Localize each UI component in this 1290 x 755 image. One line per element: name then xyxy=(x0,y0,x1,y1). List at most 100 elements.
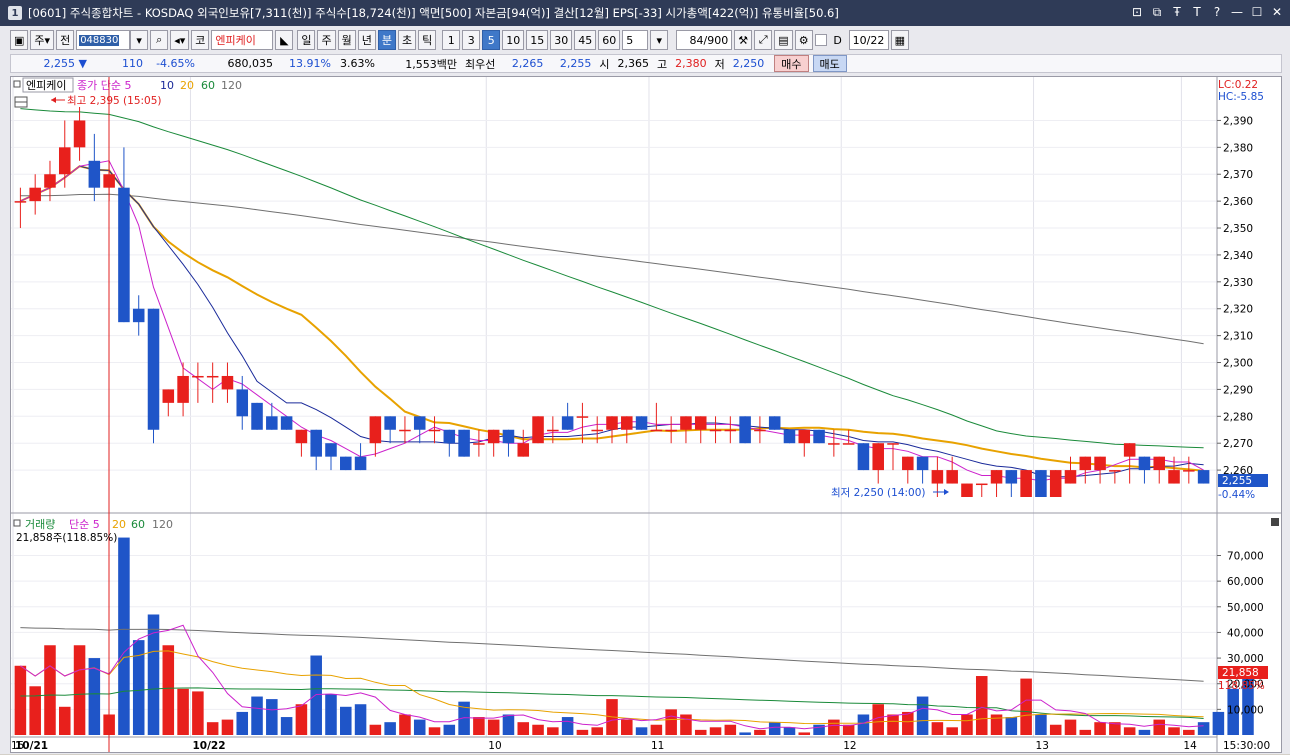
legend-toggle-icon[interactable] xyxy=(13,80,21,88)
period-day[interactable]: 일 xyxy=(297,30,316,50)
volume-bar xyxy=(1197,722,1210,735)
candlesticks xyxy=(14,107,1210,497)
volume-bar xyxy=(206,722,219,735)
stock-name-field[interactable]: 엔피케이 xyxy=(211,30,274,50)
interval-5[interactable]: 5 xyxy=(482,30,501,50)
volume-bar xyxy=(887,714,899,735)
help-icon[interactable]: ? xyxy=(1210,4,1224,20)
price-volume-chart[interactable]: 2,2602,2702,2802,2902,3002,3102,3202,330… xyxy=(11,77,1281,752)
candle-body xyxy=(902,456,914,471)
volume-bar xyxy=(29,686,41,735)
candle-body xyxy=(1168,470,1180,484)
volume-bar xyxy=(58,706,71,735)
candle-body xyxy=(798,429,811,444)
candle-body xyxy=(1183,470,1195,472)
date-field[interactable]: 10/22 xyxy=(848,30,889,50)
save-icon[interactable]: ▤ xyxy=(774,30,793,50)
volume-ma120-line xyxy=(20,627,1204,682)
time-axis-current: 15:30:00 xyxy=(1223,740,1270,752)
interval-select[interactable]: 5 xyxy=(622,30,649,50)
volume-tick-label: 30,000 xyxy=(1227,653,1264,665)
chart-window: 1 [0601] 주식종합차트 - KOSDAQ 외국인보유[7,311(천)]… xyxy=(0,0,1290,754)
ma120-line xyxy=(20,193,1204,345)
volume-bar xyxy=(1212,711,1225,735)
link-icon[interactable]: ⊡ xyxy=(1130,4,1144,20)
copy-window-icon[interactable]: ⧉ xyxy=(1150,4,1164,20)
candle-body xyxy=(739,416,751,444)
calendar-icon[interactable]: ▦ xyxy=(890,30,910,50)
stock-name-icon[interactable]: ◣ xyxy=(275,30,294,50)
volume: 680,035 xyxy=(227,57,274,70)
interval-dropdown-icon[interactable]: ▾ xyxy=(650,30,669,50)
sound-icon[interactable]: ◂▾ xyxy=(170,30,190,50)
maximize-icon[interactable]: ☐ xyxy=(1250,4,1264,20)
interval-15[interactable]: 15 xyxy=(526,30,549,50)
period-tick[interactable]: 틱 xyxy=(418,30,437,50)
interval-60[interactable]: 60 xyxy=(598,30,621,50)
candle-body xyxy=(44,174,56,188)
period-month[interactable]: 월 xyxy=(337,30,356,50)
period-week[interactable]: 주 xyxy=(317,30,336,50)
candle-body xyxy=(443,429,456,444)
volume-bar xyxy=(73,645,86,735)
interval-45[interactable]: 45 xyxy=(574,30,597,50)
volume-bar xyxy=(118,537,130,735)
bid-price: 2,255 xyxy=(559,57,592,70)
candle-body xyxy=(132,308,145,323)
candle-body xyxy=(310,429,322,457)
candle-body xyxy=(1197,470,1210,484)
last-price-label: 2,255 xyxy=(1222,475,1252,487)
volume-bar xyxy=(621,719,633,735)
prev-button[interactable]: 전 xyxy=(56,30,75,50)
toolbar: ▣ 주 ▾ 전 048830 ▾ ⌕ ◂▾ 코 엔피케이 ◣ 일 주 월 년 분 … xyxy=(0,28,1290,52)
sell-button[interactable]: 매도 xyxy=(812,55,847,72)
search-icon[interactable]: ⌕ xyxy=(150,30,169,50)
type-select[interactable]: 주 ▾ xyxy=(30,30,55,50)
interval-30[interactable]: 30 xyxy=(550,30,573,50)
code-input[interactable]: 048830 xyxy=(76,30,131,50)
volume-tick-label: 50,000 xyxy=(1227,602,1264,614)
low-price: 2,250 xyxy=(732,57,765,70)
candle-body xyxy=(1005,470,1018,484)
title-bar[interactable]: 1 [0601] 주식종합차트 - KOSDAQ 외국인보유[7,311(천)]… xyxy=(0,0,1290,26)
buy-button[interactable]: 매수 xyxy=(774,55,809,72)
draw-tool-icon[interactable]: ⤢ xyxy=(754,30,773,50)
candle-body xyxy=(813,429,825,444)
interval-1[interactable]: 1 xyxy=(442,30,461,50)
volume-bar xyxy=(561,717,574,735)
candle-body xyxy=(236,389,249,417)
time-axis-label: 14 xyxy=(1183,740,1197,752)
text-icon[interactable]: T xyxy=(1190,4,1204,20)
close-icon[interactable]: ✕ xyxy=(1270,4,1284,20)
pin-icon[interactable]: Ŧ xyxy=(1170,4,1184,20)
volume-tick-label: 70,000 xyxy=(1227,551,1264,563)
chart-tool-icon[interactable]: ⚒ xyxy=(734,30,753,50)
candle-body xyxy=(1153,456,1166,471)
chart-area[interactable]: 2,260 2,270 2,280 2,290 2,300 2,310 2,320 2,330… xyxy=(10,76,1282,753)
priority-label: 최우선 xyxy=(465,57,496,71)
code-dropdown-icon[interactable]: ▾ xyxy=(130,30,149,50)
volume-close-icon[interactable] xyxy=(1271,518,1279,526)
volume-legend-toggle-icon[interactable] xyxy=(13,519,21,527)
volume-bar xyxy=(532,724,544,735)
interval-3[interactable]: 3 xyxy=(462,30,481,50)
volume-bar xyxy=(192,691,204,735)
lc-label: LC:0.22 xyxy=(1218,79,1258,91)
candle-body xyxy=(266,416,278,430)
volume-bar xyxy=(931,722,944,735)
volume-bar xyxy=(280,717,293,735)
period-second[interactable]: 초 xyxy=(397,30,417,50)
period-year[interactable]: 년 xyxy=(357,30,376,50)
period-minute[interactable]: 분 xyxy=(377,30,396,50)
time-axis-label: 10/22 xyxy=(192,740,225,752)
layout-icon[interactable]: ▣ xyxy=(10,30,29,50)
minimize-icon[interactable]: — xyxy=(1230,4,1244,20)
interval-10[interactable]: 10 xyxy=(502,30,525,50)
gear-icon[interactable]: ⚙ xyxy=(794,30,813,50)
volume-bar xyxy=(236,711,249,735)
volume-bar xyxy=(783,727,796,735)
date-checkbox[interactable] xyxy=(814,34,827,46)
price-tick-label: 2,330 xyxy=(1223,277,1253,289)
volume-bar xyxy=(1020,678,1032,735)
count-field[interactable]: 84/900 xyxy=(676,30,733,50)
